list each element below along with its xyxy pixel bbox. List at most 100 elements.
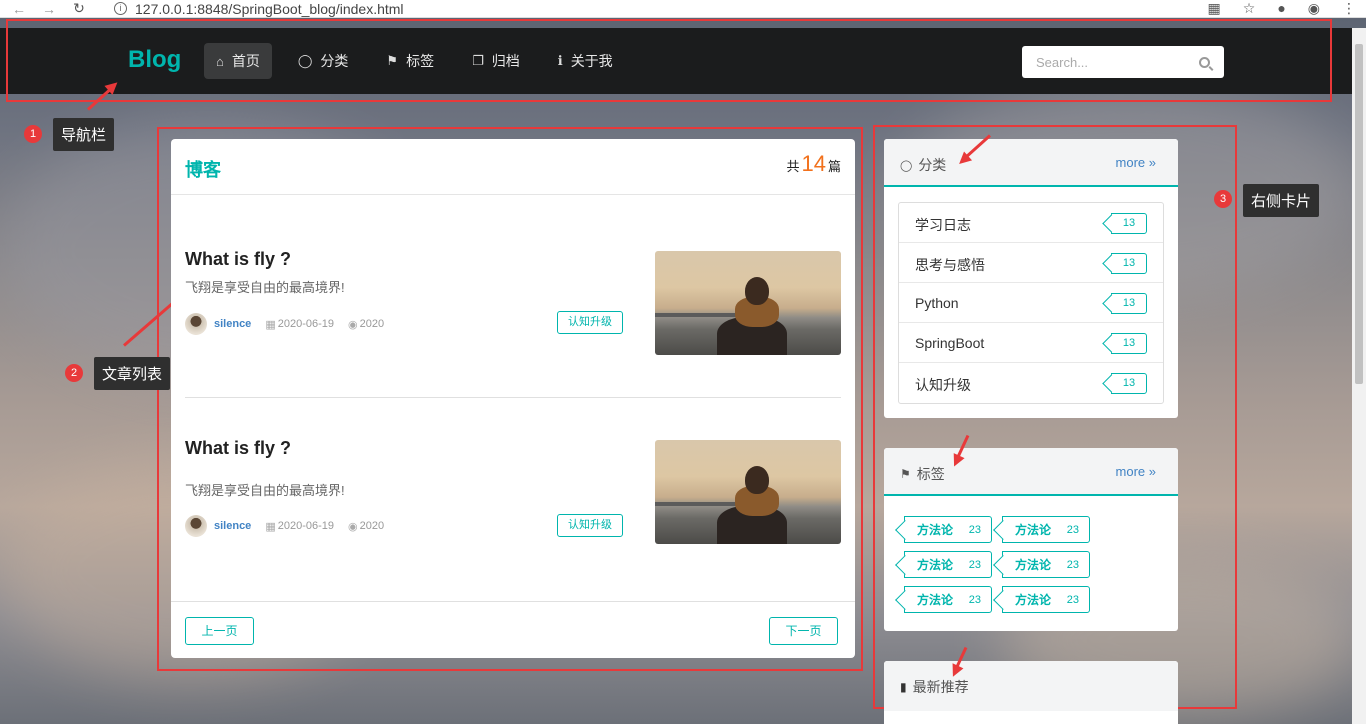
post-tag[interactable]: 认知升级 xyxy=(557,311,623,334)
lightbulb-icon: ◯ xyxy=(900,159,913,172)
total-prefix: 共 xyxy=(786,159,800,174)
tag-name: 方法论 xyxy=(917,593,954,607)
article-list-header: 博客 共14 篇 xyxy=(171,139,855,195)
post-title[interactable]: What is fly ? xyxy=(185,438,291,459)
post-tag[interactable]: 认知升级 xyxy=(557,514,623,537)
account-icon[interactable]: ◉ xyxy=(1308,0,1320,17)
post-date: 2020-06-19 xyxy=(277,520,334,532)
post-item[interactable]: What is fly ? 飞翔是享受自由的最高境界! silence ▦ 20… xyxy=(185,438,841,544)
tag-chip[interactable]: 方法论 23 xyxy=(1002,586,1090,613)
info-icon[interactable]: i xyxy=(114,2,127,15)
category-name: Python xyxy=(915,295,959,311)
category-card-header: ◯ 分类 more » xyxy=(884,139,1178,187)
category-count: 13 xyxy=(1111,293,1147,314)
tag-card: ⚑ 标签 more » 方法论 23 方法论 23 方法论 23 方法论 23 方法论 2… xyxy=(884,448,1178,631)
star-icon[interactable]: ☆ xyxy=(1243,0,1256,17)
back-icon[interactable]: ← xyxy=(8,1,30,17)
category-name: 学习日志 xyxy=(915,217,971,233)
thumbnail-head xyxy=(745,466,769,494)
post-author[interactable]: silence xyxy=(214,318,251,330)
post-meta: silence ▦ 2020-06-19 ◉ 2020 xyxy=(185,515,384,537)
post-views: 2020 xyxy=(359,318,385,330)
category-item[interactable]: 学习日志 13 xyxy=(899,203,1163,243)
scrollbar-thumb[interactable] xyxy=(1355,44,1363,384)
tag-name: 方法论 xyxy=(917,523,954,537)
category-count: 13 xyxy=(1111,213,1147,234)
annotation-badge: 2 xyxy=(65,364,83,382)
annotation-badge: 1 xyxy=(24,125,42,143)
category-item[interactable]: Python 13 xyxy=(899,283,1163,323)
post-total: 共14 篇 xyxy=(786,151,841,177)
post-views: 2020 xyxy=(359,520,385,532)
thumbnail-head xyxy=(745,277,769,305)
post-description: 飞翔是享受自由的最高境界! xyxy=(185,280,345,295)
category-item[interactable]: SpringBoot 13 xyxy=(899,323,1163,363)
category-more-link[interactable]: more » xyxy=(1116,155,1156,170)
browser-toolbar: ← → ↻ i 127.0.0.1:8848/SpringBoot_blog/i… xyxy=(0,0,1366,18)
avatar[interactable] xyxy=(185,313,207,335)
post-author[interactable]: silence xyxy=(214,520,251,532)
page-scrollbar[interactable] xyxy=(1352,28,1366,724)
tag-chip[interactable]: 方法论 23 xyxy=(1002,551,1090,578)
more-label: more xyxy=(1115,464,1146,479)
url-text: 127.0.0.1:8848/SpringBoot_blog/index.htm… xyxy=(135,0,404,17)
thumbnail-pier xyxy=(655,313,745,317)
double-chevron-right-icon: » xyxy=(1148,155,1156,170)
category-item[interactable]: 思考与感悟 13 xyxy=(899,243,1163,283)
category-name: SpringBoot xyxy=(915,335,985,351)
extension-icon[interactable]: ● xyxy=(1277,0,1285,17)
category-card: ◯ 分类 more » 学习日志 13 思考与感悟 13 Python 13 S… xyxy=(884,139,1178,418)
post-date: 2020-06-19 xyxy=(277,318,334,330)
eye-icon: ◉ xyxy=(348,520,358,533)
category-list: 学习日志 13 思考与感悟 13 Python 13 SpringBoot 13… xyxy=(898,202,1164,404)
post-description: 飞翔是享受自由的最高境界! xyxy=(185,483,345,498)
tag-chip[interactable]: 方法论 23 xyxy=(904,551,992,578)
tag-count: 23 xyxy=(968,593,981,606)
tag-chip[interactable]: 方法论 23 xyxy=(904,516,992,543)
tag-name: 方法论 xyxy=(1015,523,1052,537)
tag-name: 方法论 xyxy=(1015,558,1052,572)
next-page-button[interactable]: 下一页 xyxy=(769,617,838,645)
post-title[interactable]: What is fly ? xyxy=(185,249,291,270)
translate-icon[interactable]: ▦ xyxy=(1208,0,1221,17)
tag-chip[interactable]: 方法论 23 xyxy=(904,586,992,613)
tag-count: 23 xyxy=(1066,523,1079,536)
pagination: 上一页 下一页 xyxy=(171,601,855,658)
annotation-box-navbar xyxy=(6,19,1332,102)
tag-count: 23 xyxy=(968,523,981,536)
tags-icon: ⚑ xyxy=(900,467,911,481)
article-list-card: 博客 共14 篇 What is fly ? 飞翔是享受自由的最高境界! sile… xyxy=(171,139,855,658)
annotation-badge: 3 xyxy=(1214,190,1232,208)
calendar-icon: ▦ xyxy=(265,520,276,533)
double-chevron-right-icon: » xyxy=(1148,464,1156,479)
post-item[interactable]: What is fly ? 飞翔是享受自由的最高境界! silence ▦ 20… xyxy=(185,249,841,355)
card-title: ⚑ 标签 xyxy=(900,464,945,484)
category-item[interactable]: 认知升级 13 xyxy=(899,363,1163,403)
card-title: ▮ 最新推荐 xyxy=(900,677,969,697)
tag-list: 方法论 23 方法论 23 方法论 23 方法论 23 方法论 23 方法论 23 xyxy=(904,516,1090,613)
tag-chip[interactable]: 方法论 23 xyxy=(1002,516,1090,543)
prev-page-button[interactable]: 上一页 xyxy=(185,617,254,645)
address-bar[interactable]: i 127.0.0.1:8848/SpringBoot_blog/index.h… xyxy=(114,1,404,17)
kebab-menu-icon[interactable]: ⋮ xyxy=(1342,0,1356,17)
tag-card-header: ⚑ 标签 more » xyxy=(884,448,1178,496)
tag-count: 23 xyxy=(1066,558,1079,571)
tag-name: 方法论 xyxy=(917,558,954,572)
category-count: 13 xyxy=(1111,373,1147,394)
category-name: 认知升级 xyxy=(915,377,971,393)
more-label: more xyxy=(1115,155,1146,170)
annotation-label: 文章列表 xyxy=(94,357,171,390)
page-title: 博客 xyxy=(185,160,221,180)
browser-actions: ▦ ☆ ● ◉ ⋮ xyxy=(1208,0,1356,17)
post-thumbnail[interactable] xyxy=(655,251,841,355)
card-title-text: 分类 xyxy=(918,157,947,173)
tag-more-link[interactable]: more » xyxy=(1116,464,1156,479)
tag-count: 23 xyxy=(1066,593,1079,606)
avatar[interactable] xyxy=(185,515,207,537)
post-thumbnail[interactable] xyxy=(655,440,841,544)
tag-count: 23 xyxy=(968,558,981,571)
forward-icon[interactable]: → xyxy=(38,1,60,17)
reload-icon[interactable]: ↻ xyxy=(68,0,90,17)
category-name: 思考与感悟 xyxy=(915,257,985,273)
total-suffix: 篇 xyxy=(827,159,841,174)
